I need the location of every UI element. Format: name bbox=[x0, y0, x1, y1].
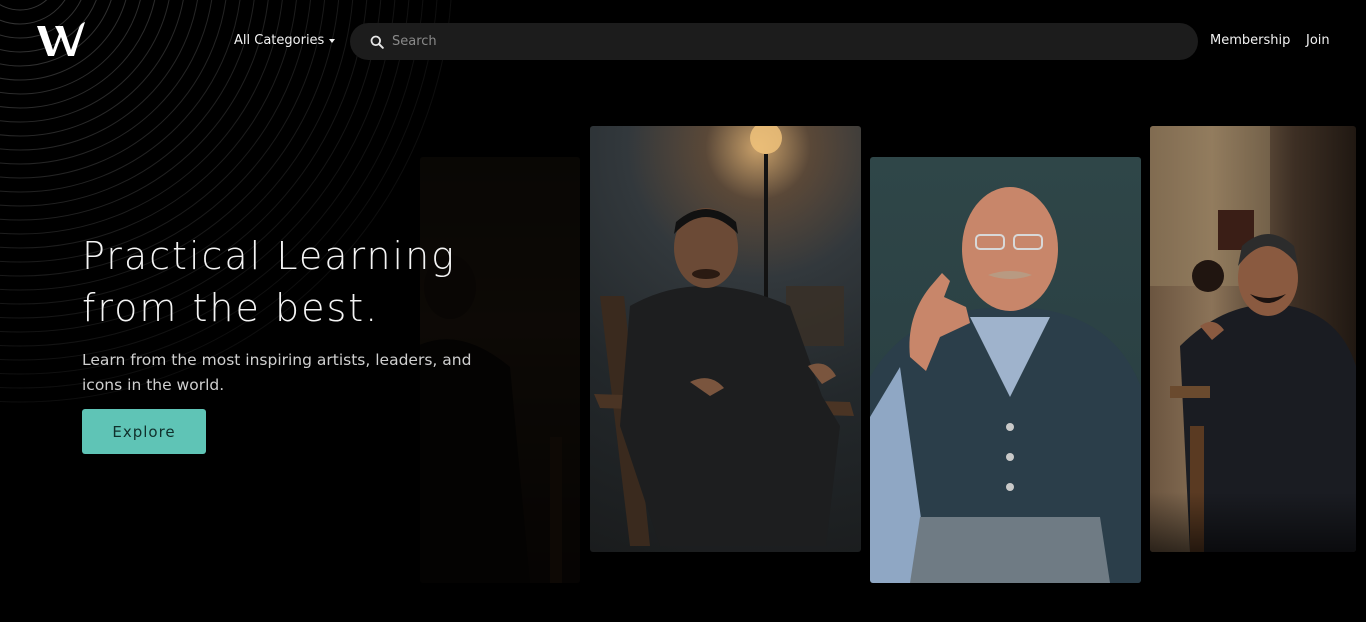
all-categories-dropdown[interactable]: All Categories bbox=[234, 33, 336, 48]
instructor-card-3[interactable] bbox=[1150, 126, 1356, 552]
search-icon bbox=[370, 35, 384, 49]
top-navigation: All Categories Membership Join bbox=[0, 0, 1366, 82]
instructor-card-2[interactable] bbox=[870, 157, 1141, 583]
caret-down-icon bbox=[329, 38, 336, 43]
hero-title-line-2: from the best. bbox=[82, 286, 380, 330]
search-input[interactable] bbox=[392, 34, 1172, 49]
categories-label: All Categories bbox=[234, 33, 325, 48]
w-logo-icon[interactable] bbox=[37, 22, 85, 56]
hero-title-line-1: Practical Learning bbox=[82, 234, 456, 278]
explore-button[interactable]: Explore bbox=[82, 409, 206, 454]
card-shade bbox=[1150, 492, 1356, 552]
search-bar[interactable] bbox=[350, 23, 1198, 60]
membership-link[interactable]: Membership bbox=[1210, 33, 1290, 48]
join-link[interactable]: Join bbox=[1306, 33, 1330, 48]
hero-subtitle: Learn from the most inspiring artists, l… bbox=[82, 351, 472, 394]
instructor-card-1[interactable] bbox=[590, 126, 861, 552]
hero-title: Practical Learning from the best. bbox=[82, 230, 502, 334]
